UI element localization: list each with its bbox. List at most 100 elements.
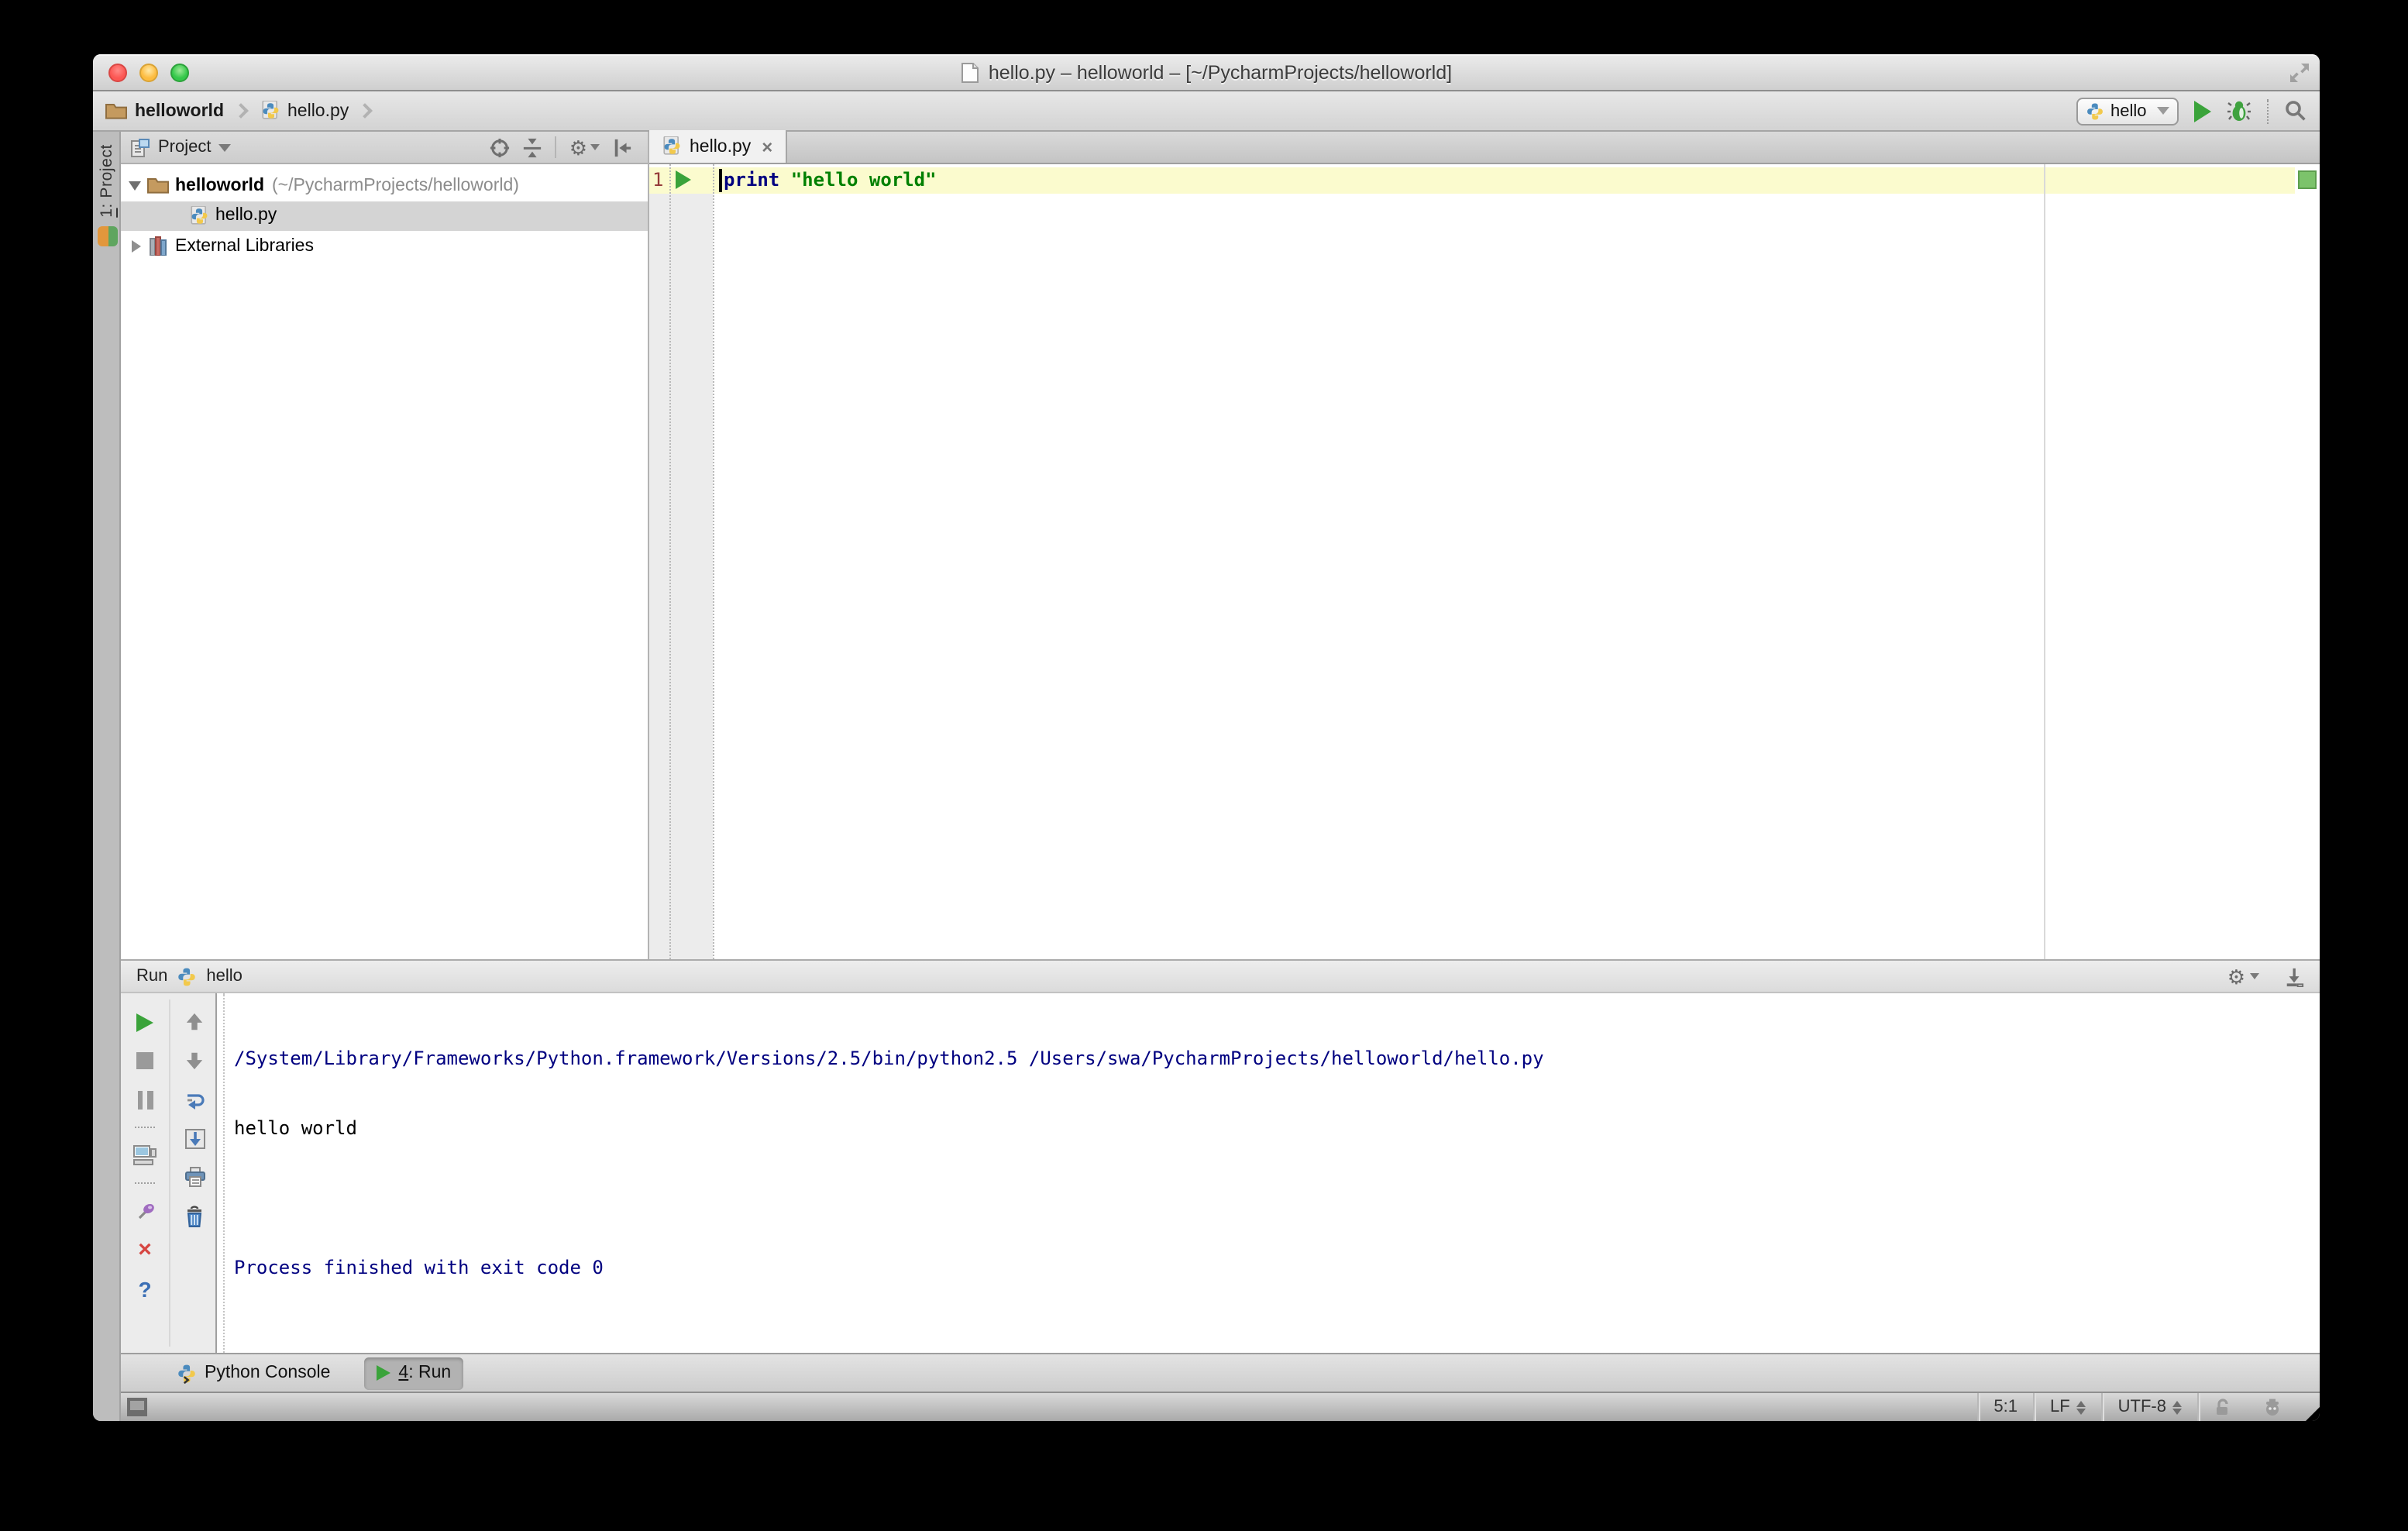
soft-wrap-icon[interactable]	[181, 1080, 208, 1119]
line-separator-widget[interactable]: LF	[2035, 1393, 2101, 1421]
print-icon[interactable]	[181, 1158, 208, 1196]
tree-node-path: (~/PycharmProjects/helloworld)	[272, 176, 519, 195]
up-stack-trace-icon[interactable]	[181, 1003, 208, 1041]
run-line-marker-icon[interactable]	[676, 170, 691, 189]
scroll-end-icon[interactable]	[181, 1119, 208, 1158]
minimize-window-button[interactable]	[139, 64, 158, 82]
updown-icon	[2076, 1400, 2086, 1414]
chevron-down-icon[interactable]	[218, 143, 232, 151]
chevron-right-icon	[357, 103, 373, 119]
breadcrumb-file[interactable]: hello.py	[287, 101, 349, 120]
console-output: /System/Library/Frameworks/Python.framew…	[234, 1001, 2304, 1326]
keyword-token: print	[724, 169, 780, 191]
chevron-down-icon	[2157, 107, 2169, 115]
python-icon	[2086, 101, 2104, 120]
encoding-widget[interactable]: UTF-8	[2103, 1393, 2197, 1421]
collapse-all-icon[interactable]	[523, 137, 543, 157]
collapsed-arrow-icon[interactable]	[132, 239, 141, 253]
run-toolbar-primary: × ?	[132, 1003, 158, 1308]
tree-row-hello-py[interactable]: hello.py	[121, 201, 648, 231]
search-everywhere-icon[interactable]	[2284, 99, 2307, 122]
tree-row-external-libraries[interactable]: External Libraries	[121, 231, 648, 261]
toolbar-column-separator	[169, 999, 170, 1347]
python-console-label: Python Console	[205, 1364, 331, 1382]
close-tab-icon[interactable]: ×	[762, 137, 772, 156]
run-configuration-name: hello	[2110, 101, 2147, 120]
project-panel-header: Project ⚙	[121, 132, 648, 164]
help-button[interactable]: ?	[132, 1269, 158, 1308]
hector-inspections-widget[interactable]	[2247, 1393, 2298, 1421]
toolbar-separator	[2267, 98, 2269, 123]
readonly-lock-widget[interactable]	[2199, 1393, 2247, 1421]
debug-button[interactable]	[2227, 99, 2251, 122]
title-bar[interactable]: hello.py – helloworld – [~/PycharmProjec…	[93, 54, 2320, 91]
zoom-window-button[interactable]	[170, 64, 189, 82]
editor-area: hello.py × 1 print "hello world"	[649, 130, 2320, 959]
toggle-toolwindows-icon[interactable]	[127, 1398, 147, 1416]
restore-layout-icon[interactable]	[132, 1136, 158, 1175]
ide-body: 1: Project Project ⚙ helloworld (~/Pycha…	[93, 130, 2320, 1421]
python-file-icon	[189, 205, 209, 226]
gutter-separator	[669, 164, 671, 959]
close-window-button[interactable]	[108, 64, 127, 82]
pause-button[interactable]	[132, 1080, 158, 1119]
run-configuration-select[interactable]: hello	[2076, 97, 2179, 125]
navigation-bar: helloworld hello.py hello	[93, 91, 2320, 132]
stop-button[interactable]	[132, 1041, 158, 1080]
folder-icon	[105, 102, 127, 119]
run-panel-title: Run	[136, 967, 168, 986]
tool-window-bar: Python Console 4: Run	[121, 1353, 2320, 1392]
code-line-1: print "hello world"	[724, 169, 937, 191]
console-line: /System/Library/Frameworks/Python.framew…	[234, 1048, 1544, 1069]
header-separator	[555, 136, 557, 158]
project-view-selector[interactable]: Project	[158, 138, 212, 157]
python-console-button[interactable]: Python Console	[164, 1357, 342, 1389]
locate-icon[interactable]	[490, 137, 511, 157]
toolbar-separator	[135, 1127, 155, 1128]
run-settings-button[interactable]: ⚙	[2227, 966, 2259, 986]
string-token: "hello world"	[790, 169, 937, 191]
libraries-icon	[149, 236, 169, 256]
project-panel: Project ⚙ helloworld (~/PycharmProjects/…	[121, 132, 649, 959]
pin-tab-icon[interactable]	[132, 1192, 158, 1230]
folder-icon	[147, 177, 169, 194]
rerun-button[interactable]	[132, 1003, 158, 1041]
tree-row-project-root[interactable]: helloworld (~/PycharmProjects/helloworld…	[121, 170, 648, 201]
down-stack-trace-icon[interactable]	[181, 1041, 208, 1080]
toolbar-separator	[135, 1182, 155, 1184]
run-tool-window-button[interactable]: 4: Run	[364, 1357, 464, 1389]
resize-grip[interactable]	[2306, 1407, 2320, 1421]
run-button[interactable]	[2194, 100, 2211, 122]
status-bar-widgets: 5:1 LF UTF-8	[1976, 1393, 2298, 1421]
breadcrumb-project[interactable]: helloworld	[135, 101, 224, 120]
chevron-right-icon	[232, 103, 248, 119]
tree-node-label: hello.py	[215, 206, 277, 225]
dock-panel-icon[interactable]	[2284, 966, 2304, 986]
caret-position-widget[interactable]: 5:1	[1978, 1393, 2033, 1421]
close-panel-button[interactable]: ×	[132, 1230, 158, 1269]
run-panel-header: Run hello ⚙	[121, 961, 2320, 993]
traffic-lights	[108, 64, 189, 82]
clear-all-icon[interactable]	[181, 1196, 208, 1235]
code-editor[interactable]: 1 print "hello world"	[649, 164, 2320, 959]
run-console[interactable]: /System/Library/Frameworks/Python.framew…	[215, 993, 2320, 1353]
tree-node-label: External Libraries	[175, 236, 314, 256]
expanded-arrow-icon[interactable]	[129, 181, 141, 191]
editor-tab-bar: hello.py ×	[649, 130, 2320, 164]
panel-settings-button[interactable]: ⚙	[569, 137, 600, 157]
hide-panel-icon[interactable]	[612, 137, 632, 157]
chevron-down-icon	[590, 144, 600, 150]
python-file-icon	[662, 136, 682, 157]
console-gutter-line	[223, 993, 225, 1353]
tab-hello-py[interactable]: hello.py ×	[649, 130, 787, 163]
window-title-group: hello.py – helloworld – [~/PycharmProjec…	[961, 61, 1452, 83]
project-tool-button[interactable]: 1: Project	[93, 144, 121, 247]
inspection-status-indicator[interactable]	[2298, 170, 2317, 189]
window-title: hello.py – helloworld – [~/PycharmProjec…	[988, 61, 1453, 83]
run-tool-window: Run hello ⚙ × ? /System/Library/Framewor…	[121, 959, 2320, 1353]
status-bar: 5:1 LF UTF-8	[121, 1392, 2320, 1421]
python-console-icon	[177, 1363, 197, 1383]
error-stripe[interactable]	[2295, 164, 2320, 959]
fullscreen-icon[interactable]	[2289, 62, 2310, 84]
project-tree: helloworld (~/PycharmProjects/helloworld…	[121, 164, 648, 959]
